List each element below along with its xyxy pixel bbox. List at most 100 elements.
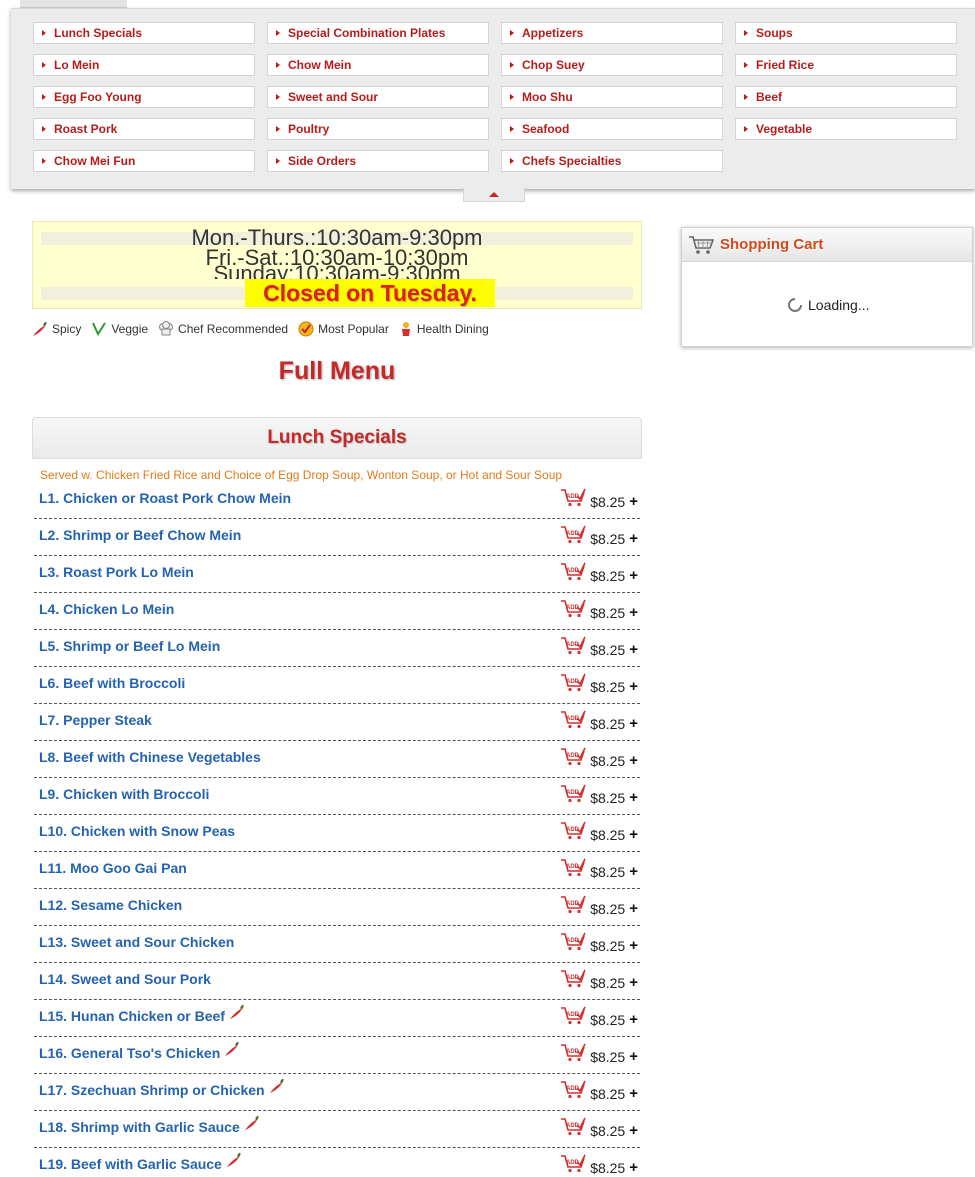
category-lo-mein[interactable]: Lo Mein: [33, 54, 255, 76]
category-label: Seafood: [522, 122, 570, 136]
menu-item-name-link[interactable]: L16. General Tso's Chicken: [39, 1041, 240, 1061]
legend-health-label: Health Dining: [416, 322, 489, 336]
menu-item-price: $8.25: [590, 937, 626, 954]
section-title: Lunch Specials: [32, 417, 642, 459]
add-to-cart-icon[interactable]: ADD: [560, 1042, 586, 1067]
caret-right-icon: [510, 30, 514, 36]
category-sweet-and-sour[interactable]: Sweet and Sour: [267, 86, 489, 108]
add-item-button[interactable]: +: [629, 937, 638, 954]
category-soups[interactable]: Soups: [735, 22, 957, 44]
menu-item-name-link[interactable]: L9. Chicken with Broccoli: [39, 786, 209, 802]
add-to-cart-icon[interactable]: ADD: [560, 783, 586, 808]
svg-text:ADD: ADD: [566, 864, 580, 870]
svg-text:ADD: ADD: [566, 938, 580, 944]
menu-item-name-link[interactable]: L17. Szechuan Shrimp or Chicken: [39, 1078, 285, 1098]
category-appetizers[interactable]: Appetizers: [501, 22, 723, 44]
cart-loading-label: Loading...: [808, 297, 870, 313]
category-poultry[interactable]: Poultry: [267, 118, 489, 140]
add-to-cart-icon[interactable]: ADD: [560, 1005, 586, 1030]
category-egg-foo-young[interactable]: Egg Foo Young: [33, 86, 255, 108]
menu-item-row: L8. Beef with Chinese Vegetables ADD $8.25…: [34, 741, 640, 778]
menu-item-price: $8.25: [590, 715, 626, 732]
add-item-button[interactable]: +: [629, 1011, 638, 1028]
add-to-cart-icon[interactable]: ADD: [560, 894, 586, 919]
add-item-button[interactable]: +: [629, 678, 638, 695]
category-seafood[interactable]: Seafood: [501, 118, 723, 140]
menu-item-name-link[interactable]: L7. Pepper Steak: [39, 712, 152, 728]
add-item-button[interactable]: +: [629, 752, 638, 769]
add-to-cart-icon[interactable]: ADD: [560, 1116, 586, 1141]
category-chop-suey[interactable]: Chop Suey: [501, 54, 723, 76]
category-roast-pork[interactable]: Roast Pork: [33, 118, 255, 140]
menu-item-name-link[interactable]: L19. Beef with Garlic Sauce: [39, 1152, 242, 1172]
add-item-button[interactable]: +: [629, 493, 638, 510]
add-item-button[interactable]: +: [629, 900, 638, 917]
add-item-button[interactable]: +: [629, 789, 638, 806]
menu-item-name-link[interactable]: L13. Sweet and Sour Chicken: [39, 934, 234, 950]
menu-item-name-link[interactable]: L18. Shrimp with Garlic Sauce: [39, 1115, 260, 1135]
shopping-cart: Shopping Cart Loading...: [681, 227, 973, 347]
menu-item-name-link[interactable]: L11. Moo Goo Gai Pan: [39, 860, 187, 876]
menu-item-price: $8.25: [590, 493, 626, 510]
add-item-button[interactable]: +: [629, 826, 638, 843]
menu-item-price: $8.25: [590, 678, 626, 695]
menu-item-name-link[interactable]: L8. Beef with Chinese Vegetables: [39, 749, 261, 765]
add-item-button[interactable]: +: [629, 604, 638, 621]
category-chefs-specialties[interactable]: Chefs Specialties: [501, 150, 723, 172]
category-vegetable[interactable]: Vegetable: [735, 118, 957, 140]
add-to-cart-icon[interactable]: ADD: [560, 968, 586, 993]
menu-item-row: L18. Shrimp with Garlic Sauce ADD $8.25 +: [34, 1111, 640, 1148]
add-to-cart-icon[interactable]: ADD: [560, 598, 586, 623]
add-item-button[interactable]: +: [629, 974, 638, 991]
collapse-menu-button[interactable]: [463, 187, 525, 202]
menu-item-actions: ADD $8.25 +: [560, 710, 638, 734]
category-special-combination-plates[interactable]: Special Combination Plates: [267, 22, 489, 44]
menu-item-name-link[interactable]: L2. Shrimp or Beef Chow Mein: [39, 527, 241, 543]
menu-item-row: L4. Chicken Lo Mein ADD $8.25 +: [34, 593, 640, 630]
menu-item-name-link[interactable]: L5. Shrimp or Beef Lo Mein: [39, 638, 220, 654]
add-item-button[interactable]: +: [629, 715, 638, 732]
category-chow-mei-fun[interactable]: Chow Mei Fun: [33, 150, 255, 172]
category-lunch-specials[interactable]: Lunch Specials: [33, 22, 255, 44]
add-to-cart-icon[interactable]: ADD: [560, 524, 586, 549]
add-item-button[interactable]: +: [629, 1159, 638, 1176]
menu-item-actions: ADD $8.25 +: [560, 784, 638, 808]
add-to-cart-icon[interactable]: ADD: [560, 1153, 586, 1177]
menu-item-row: L12. Sesame Chicken ADD $8.25 +: [34, 889, 640, 926]
caret-right-icon: [510, 126, 514, 132]
add-to-cart-icon[interactable]: ADD: [560, 561, 586, 586]
category-chow-mein[interactable]: Chow Mein: [267, 54, 489, 76]
add-to-cart-icon[interactable]: ADD: [560, 746, 586, 771]
legend-veggie-label: Veggie: [111, 322, 149, 336]
add-to-cart-icon[interactable]: ADD: [560, 931, 586, 956]
menu-item-name-link[interactable]: L12. Sesame Chicken: [39, 897, 182, 913]
add-item-button[interactable]: +: [629, 1048, 638, 1065]
add-to-cart-icon[interactable]: ADD: [560, 709, 586, 734]
menu-item-name: L16. General Tso's Chicken: [39, 1045, 221, 1061]
menu-item-name-link[interactable]: L14. Sweet and Sour Pork: [39, 971, 211, 987]
category-moo-shu[interactable]: Moo Shu: [501, 86, 723, 108]
add-item-button[interactable]: +: [629, 1122, 638, 1139]
add-to-cart-icon[interactable]: ADD: [560, 1079, 586, 1104]
add-to-cart-icon[interactable]: ADD: [560, 857, 586, 882]
menu-item-name-link[interactable]: L15. Hunan Chicken or Beef: [39, 1004, 245, 1024]
category-beef[interactable]: Beef: [735, 86, 957, 108]
add-item-button[interactable]: +: [629, 863, 638, 880]
menu-item-name-link[interactable]: L3. Roast Pork Lo Mein: [39, 564, 194, 580]
add-item-button[interactable]: +: [629, 641, 638, 658]
add-item-button[interactable]: +: [629, 530, 638, 547]
category-fried-rice[interactable]: Fried Rice: [735, 54, 957, 76]
add-to-cart-icon[interactable]: ADD: [560, 672, 586, 697]
add-to-cart-icon[interactable]: ADD: [560, 487, 586, 512]
add-item-button[interactable]: +: [629, 567, 638, 584]
menu-item-name-link[interactable]: L1. Chicken or Roast Pork Chow Mein: [39, 490, 291, 506]
add-to-cart-icon[interactable]: ADD: [560, 635, 586, 660]
category-side-orders[interactable]: Side Orders: [267, 150, 489, 172]
caret-right-icon: [276, 126, 280, 132]
menu-tab[interactable]: [20, 0, 127, 8]
menu-item-name-link[interactable]: L4. Chicken Lo Mein: [39, 601, 174, 617]
menu-item-name-link[interactable]: L10. Chicken with Snow Peas: [39, 823, 235, 839]
menu-item-name-link[interactable]: L6. Beef with Broccoli: [39, 675, 185, 691]
add-item-button[interactable]: +: [629, 1085, 638, 1102]
add-to-cart-icon[interactable]: ADD: [560, 820, 586, 845]
